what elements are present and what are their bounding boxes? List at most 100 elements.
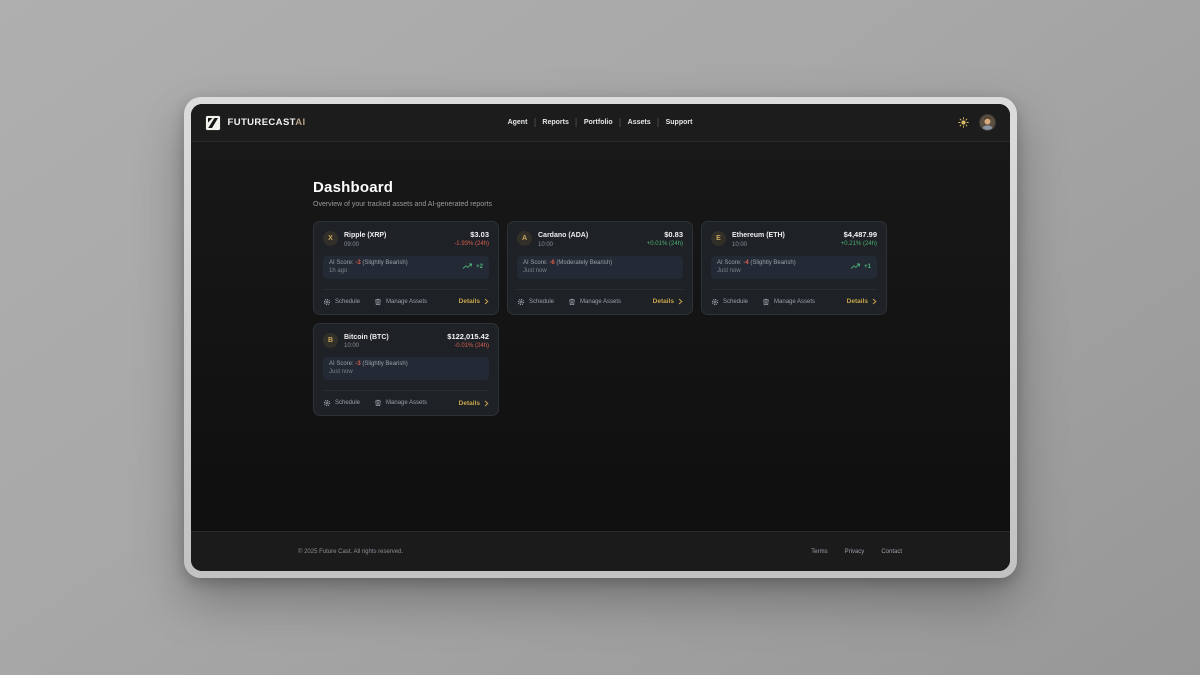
ai-score-desc: (Slightly Bearish) (750, 260, 795, 266)
asset-name: Cardano (ADA) (538, 231, 588, 240)
ai-score-panel: AI Score: -3 (Slightly Bearish) 1h ago +… (323, 256, 489, 279)
gear-icon (323, 298, 331, 306)
trend-value: +2 (476, 264, 483, 270)
details-button[interactable]: Details (459, 400, 489, 407)
ai-score-value: -3 (355, 260, 360, 266)
schedule-button[interactable]: Schedule (517, 298, 554, 306)
chevron-right-icon (678, 298, 683, 305)
asset-symbol-badge: B (323, 333, 338, 348)
trending-up-icon (850, 263, 861, 270)
ai-score-label: AI Score: (717, 260, 742, 266)
asset-time: 09:00 (344, 242, 386, 248)
ai-score-value: -6 (549, 260, 554, 266)
trash-icon (374, 298, 382, 306)
manage-assets-button[interactable]: Manage Assets (374, 399, 427, 407)
details-button[interactable]: Details (653, 298, 683, 305)
footer-links: Terms Privacy Contact (811, 549, 902, 555)
gear-icon (711, 298, 719, 306)
asset-symbol-badge: E (711, 231, 726, 246)
asset-card-grid: X Ripple (XRP) 09:00 $3.03 -1.93% (24h) (313, 221, 887, 416)
trash-icon (568, 298, 576, 306)
copyright-text: © 2025 Future Cast. All rights reserved. (298, 549, 403, 555)
ai-score-label: AI Score: (329, 361, 354, 367)
gear-icon (323, 399, 331, 407)
chevron-right-icon (872, 298, 877, 305)
asset-change: -1.93% (24h) (454, 241, 489, 247)
asset-change: +0.21% (24h) (841, 241, 877, 247)
device-frame: FUTURECASTAI Agent Reports Portfolio Ass… (184, 97, 1017, 578)
nav-separator (576, 118, 577, 127)
details-button[interactable]: Details (459, 298, 489, 305)
nav-item-assets[interactable]: Assets (628, 119, 651, 126)
asset-card-ethereum: E Ethereum (ETH) 10:00 $4,487.99 +0.21% … (701, 221, 887, 315)
page-subtitle: Overview of your tracked assets and AI-g… (313, 201, 887, 208)
trending-up-icon (462, 263, 473, 270)
schedule-button[interactable]: Schedule (323, 399, 360, 407)
chevron-right-icon (484, 400, 489, 407)
main-nav: Agent Reports Portfolio Assets Support (508, 118, 693, 127)
ai-score-label: AI Score: (523, 260, 548, 266)
asset-change: +0.01% (24h) (647, 241, 683, 247)
ai-score-value: -4 (743, 260, 748, 266)
nav-separator (534, 118, 535, 127)
header-actions (958, 114, 996, 131)
main-content: Dashboard Overview of your tracked asset… (191, 142, 1010, 531)
nav-separator (620, 118, 621, 127)
asset-price: $122,015.42 (447, 333, 489, 341)
gear-icon (517, 298, 525, 306)
nav-item-portfolio[interactable]: Portfolio (584, 119, 613, 126)
brand-logo-icon (205, 115, 221, 131)
asset-price: $3.03 (454, 231, 489, 239)
asset-time: 10:00 (344, 343, 389, 349)
manage-assets-button[interactable]: Manage Assets (568, 298, 621, 306)
asset-card-bitcoin: B Bitcoin (BTC) 10:00 $122,015.42 -0.01%… (313, 323, 499, 417)
theme-toggle-button[interactable] (958, 117, 969, 128)
trash-icon (762, 298, 770, 306)
manage-assets-button[interactable]: Manage Assets (374, 298, 427, 306)
brand-wordmark: FUTURECASTAI (228, 117, 306, 128)
ai-score-desc: (Slightly Bearish) (362, 361, 407, 367)
asset-time: 10:00 (538, 242, 588, 248)
asset-card-ripple: X Ripple (XRP) 09:00 $3.03 -1.93% (24h) (313, 221, 499, 315)
nav-item-reports[interactable]: Reports (542, 119, 568, 126)
ai-score-value: -3 (355, 361, 360, 367)
asset-symbol-badge: X (323, 231, 338, 246)
sun-icon (958, 117, 969, 128)
ai-score-panel: AI Score: -6 (Moderately Bearish) Just n… (517, 256, 683, 279)
ai-score-updated: Just now (523, 268, 612, 274)
nav-separator (658, 118, 659, 127)
chevron-right-icon (484, 298, 489, 305)
brand-wordmark-accent: AI (295, 117, 305, 128)
ai-score-desc: (Slightly Bearish) (362, 260, 407, 266)
asset-card-cardano: A Cardano (ADA) 10:00 $0.83 +0.01% (24h) (507, 221, 693, 315)
user-avatar[interactable] (979, 114, 996, 131)
asset-time: 10:00 (732, 242, 785, 248)
trend-badge: +1 (850, 263, 871, 270)
top-bar: FUTURECASTAI Agent Reports Portfolio Ass… (191, 104, 1010, 142)
trend-value: +1 (864, 264, 871, 270)
ai-score-panel: AI Score: -4 (Slightly Bearish) Just now… (711, 256, 877, 279)
nav-item-agent[interactable]: Agent (508, 119, 528, 126)
app-window: FUTURECASTAI Agent Reports Portfolio Ass… (191, 104, 1010, 571)
footer-link-privacy[interactable]: Privacy (845, 549, 865, 555)
schedule-button[interactable]: Schedule (711, 298, 748, 306)
trend-badge: +2 (462, 263, 483, 270)
trash-icon (374, 399, 382, 407)
ai-score-updated: 1h ago (329, 268, 408, 274)
asset-name: Ripple (XRP) (344, 231, 386, 240)
asset-price: $4,487.99 (841, 231, 877, 239)
ai-score-desc: (Moderately Bearish) (556, 260, 612, 266)
nav-item-support[interactable]: Support (666, 119, 693, 126)
ai-score-updated: Just now (329, 369, 408, 375)
asset-name: Bitcoin (BTC) (344, 333, 389, 342)
ai-score-panel: AI Score: -3 (Slightly Bearish) Just now (323, 357, 489, 380)
footer-link-contact[interactable]: Contact (881, 549, 902, 555)
schedule-button[interactable]: Schedule (323, 298, 360, 306)
avatar-image (980, 115, 995, 130)
details-button[interactable]: Details (847, 298, 877, 305)
manage-assets-button[interactable]: Manage Assets (762, 298, 815, 306)
footer-link-terms[interactable]: Terms (811, 549, 827, 555)
asset-name: Ethereum (ETH) (732, 231, 785, 240)
ai-score-updated: Just now (717, 268, 796, 274)
brand-logo[interactable]: FUTURECASTAI (205, 115, 306, 131)
